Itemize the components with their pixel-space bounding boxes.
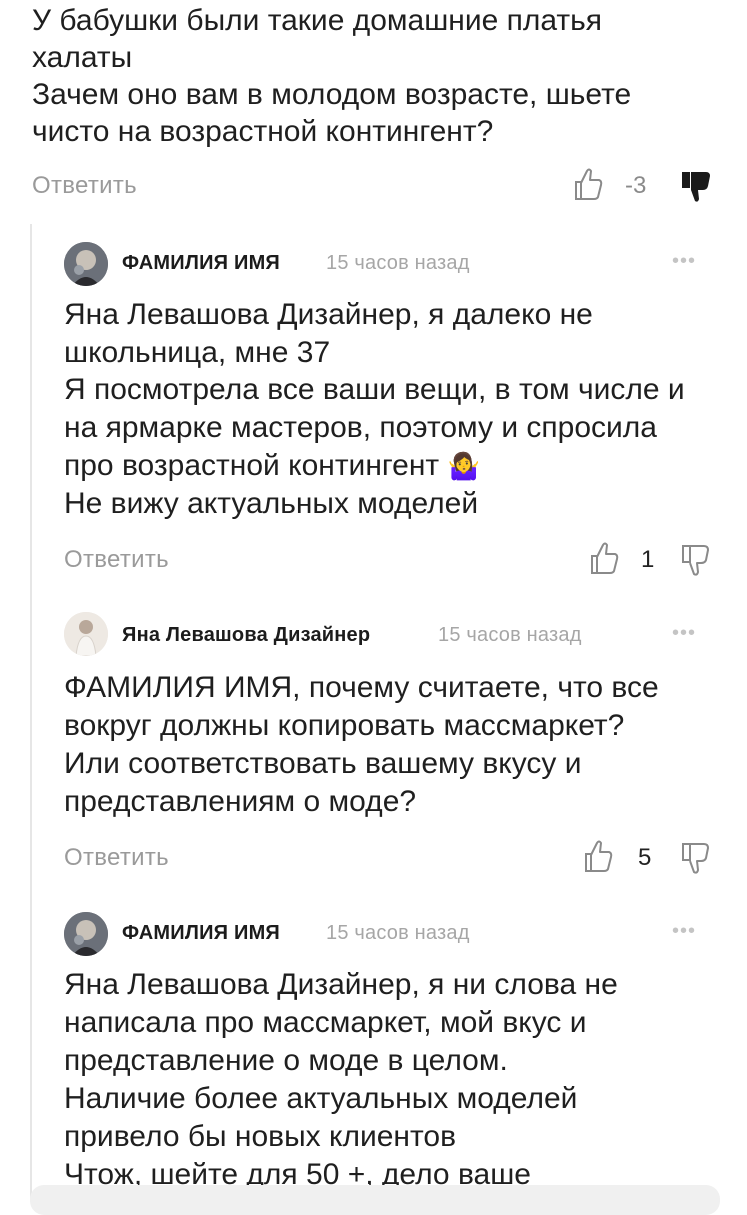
comment-line: Яна Левашова Дизайнер, я ни слова не [64,968,618,1001]
likes-count: 1 [641,546,655,573]
comment-line: вокруг должны копировать массмаркет? [64,709,625,742]
comment-line: школьница, мне 37 [64,336,331,369]
comment-author[interactable]: ФАМИЛИЯ ИМЯ [122,252,280,275]
reply-button[interactable]: Ответить [64,844,169,872]
comment-author[interactable]: ФАМИЛИЯ ИМЯ [122,922,280,945]
thumbs-up-icon[interactable] [588,540,620,576]
comment-line: ФАМИЛИЯ ИМЯ, почему считаете, что все [64,671,659,704]
top-comment-line-4: чисто на возрастной контингент? [32,115,494,148]
top-comment-line-3: Зачем оно вам в молодом возрасте, шьете [32,78,632,111]
likes-count: 5 [638,844,652,871]
thumbs-up-icon[interactable] [572,166,604,202]
comment-input-bar[interactable] [30,1185,720,1215]
thread-line [30,224,32,1200]
comment-time: 15 часов назад [438,624,582,646]
shrug-emoji: 🤷‍♀️ [447,451,480,481]
comment-line: Не вижу актуальных моделей [64,487,479,520]
comment-line: Яна Левашова Дизайнер, я далеко не [64,298,593,331]
comment-line: про возрастной контингент 🤷‍♀️ [64,447,480,485]
comment-line: написала про массмаркет, мой вкус и [64,1006,587,1039]
likes-count: -3 [625,172,647,199]
reply-button[interactable]: Ответить [64,546,169,574]
thumbs-down-icon[interactable] [680,838,712,878]
more-dots-icon[interactable]: ••• [672,250,696,273]
thumbs-up-icon[interactable] [582,838,614,874]
thumbs-down-icon[interactable] [680,540,712,580]
comment-author[interactable]: Яна Левашова Дизайнер [122,624,370,647]
comment-line: Я посмотрела все ваши вещи, в том числе … [64,373,685,406]
comment-time: 15 часов назад [326,922,470,944]
thumbs-down-icon[interactable] [680,166,714,206]
avatar-photo-icon [64,912,108,956]
top-comment-line-2: халаты [32,41,133,74]
top-comment-line-1: У бабушки были такие домашние платья [32,4,603,37]
more-dots-icon[interactable]: ••• [672,920,696,943]
comment-line: привело бы новых клиентов [64,1120,457,1153]
comment-line: на ярмарке мастеров, поэтому и спросила [64,411,657,444]
avatar-photo-icon [64,242,108,286]
comment-line: Или соответствовать вашему вкусу и [64,747,582,780]
avatar[interactable] [64,612,108,656]
comment-line: Наличие более актуальных моделей [64,1082,578,1115]
comment-line: представление о моде в целом. [64,1044,508,1077]
avatar[interactable] [64,912,108,956]
comment-line-text: про возрастной контингент [64,449,440,482]
more-dots-icon[interactable]: ••• [672,622,696,645]
reply-button[interactable]: Ответить [32,172,137,200]
comment-time: 15 часов назад [326,252,470,274]
comment-line: представлениям о моде? [64,785,417,818]
avatar-photo-icon [64,612,108,656]
avatar[interactable] [64,242,108,286]
